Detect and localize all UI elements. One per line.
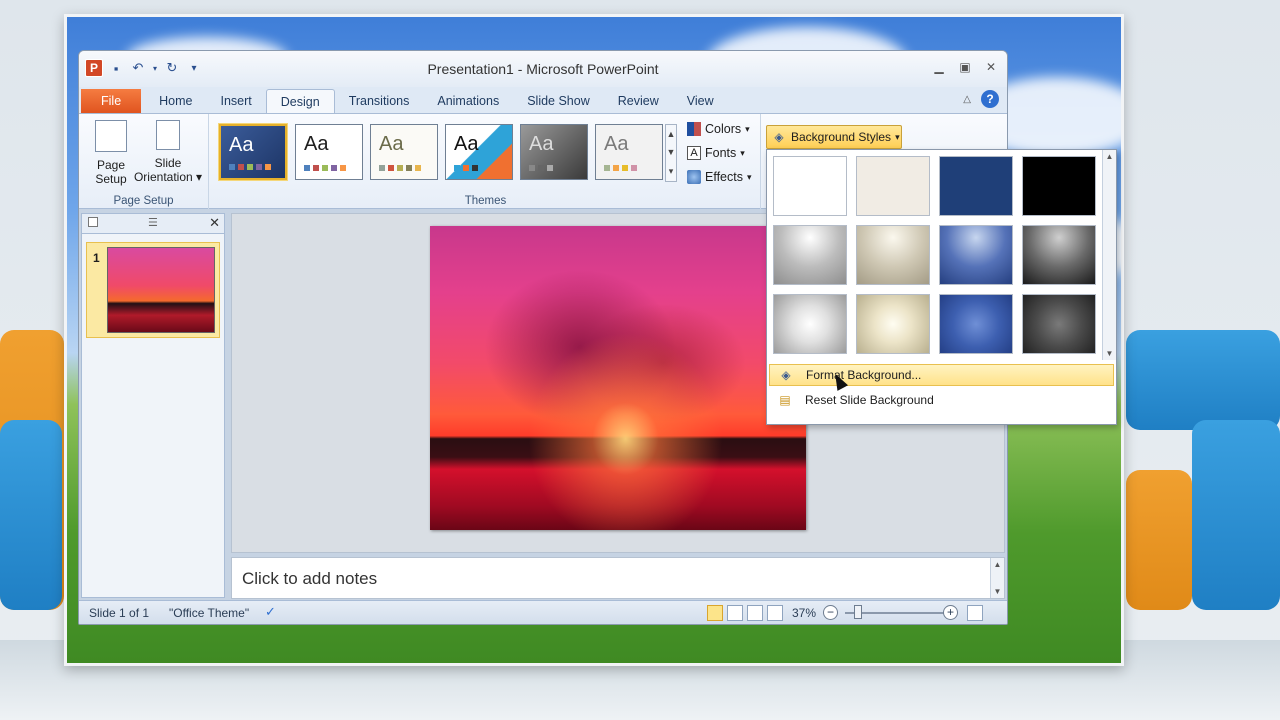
- close-panel-icon[interactable]: ✕: [209, 215, 220, 231]
- help-icon[interactable]: ?: [981, 90, 999, 108]
- status-bar: Slide 1 of 1 "Office Theme" ✓ 37% − +: [79, 600, 1007, 624]
- format-background-menu-item[interactable]: ◈ Format Background...: [769, 364, 1114, 386]
- themes-gallery-scroll[interactable]: ▲ ▼ ▾: [665, 124, 677, 182]
- help-area: △ ?: [963, 90, 999, 108]
- bg-style-3[interactable]: [939, 156, 1013, 216]
- gallery-up-icon[interactable]: ▲: [667, 129, 676, 139]
- theme-4[interactable]: Aa: [445, 124, 513, 180]
- bg-style-1[interactable]: [773, 156, 847, 216]
- colors-button[interactable]: Colors ▾: [687, 122, 750, 136]
- gallery-down-icon[interactable]: ▼: [667, 147, 676, 157]
- theme-2[interactable]: Aa: [295, 124, 363, 180]
- reset-background-menu-item[interactable]: ▤ Reset Slide Background: [769, 389, 1114, 411]
- fonts-button[interactable]: A Fonts ▾: [687, 146, 745, 160]
- format-background-icon: ◈: [781, 368, 791, 382]
- restore-icon[interactable]: ▣: [957, 59, 973, 75]
- desktop-chair-left-blue: [0, 420, 62, 610]
- notes-placeholder[interactable]: Click to add notes: [242, 569, 377, 589]
- slide-orientation-button[interactable]: Slide Orientation ▾: [131, 120, 205, 184]
- group-page-setup: Page Setup Slide Orientation ▾ Page Setu…: [79, 114, 209, 209]
- minimize-icon[interactable]: ▁: [931, 59, 947, 75]
- fonts-icon: A: [687, 146, 701, 160]
- bg-style-10[interactable]: [856, 294, 930, 354]
- theme-5[interactable]: Aa: [520, 124, 588, 180]
- slides-tab-icon[interactable]: [88, 217, 98, 227]
- slide-count: Slide 1 of 1: [89, 606, 150, 620]
- tab-insert[interactable]: Insert: [207, 89, 266, 113]
- desktop-chair-right: [1126, 330, 1280, 430]
- tab-home[interactable]: Home: [145, 89, 206, 113]
- bg-style-11[interactable]: [939, 294, 1013, 354]
- background-styles-icon: ◈: [774, 130, 784, 144]
- desktop-chair-right-blue: [1192, 420, 1280, 610]
- tab-review[interactable]: Review: [604, 89, 673, 113]
- tab-animations[interactable]: Animations: [423, 89, 513, 113]
- reading-view-icon[interactable]: [747, 605, 763, 621]
- page-setup-icon: [95, 120, 127, 152]
- theme-6[interactable]: Aa: [595, 124, 663, 180]
- window-controls: ▁ ▣ ✕: [931, 59, 999, 75]
- background-styles-button[interactable]: ◈ Background Styles ▾: [766, 125, 902, 149]
- bg-style-12[interactable]: [1022, 294, 1096, 354]
- theme-name[interactable]: "Office Theme": [169, 606, 249, 620]
- page-setup-group-label: Page Setup: [113, 195, 174, 207]
- fit-to-window-icon[interactable]: [967, 605, 983, 621]
- notes-scrollbar[interactable]: ▲ ▼: [990, 558, 1004, 598]
- background-styles-dropdown: ▲ ▼ ◈ Format Background... ▤ Reset Slide …: [766, 149, 1117, 425]
- bg-style-2[interactable]: [856, 156, 930, 216]
- effects-button[interactable]: Effects ▾: [687, 170, 752, 184]
- slide-sorter-icon[interactable]: [727, 605, 743, 621]
- tab-transitions[interactable]: Transitions: [335, 89, 424, 113]
- slide-number: 1: [93, 251, 100, 265]
- normal-view-icon[interactable]: [707, 605, 723, 621]
- reset-background-icon: ▤: [779, 393, 791, 407]
- slide-orientation-icon: [156, 120, 180, 150]
- effects-icon: [687, 170, 701, 184]
- bg-styles-scrollbar[interactable]: ▲ ▼: [1102, 150, 1116, 360]
- slide-thumbnail-image: [107, 247, 215, 333]
- title-bar: P ▪ ↶ ▾ ↻ ▾ Presentation1 - Microsoft Po…: [79, 51, 1007, 87]
- group-themes: Aa Aa Aa Aa Aa Aa ▲ ▼ ▾ Colors ▾ A Fonts…: [211, 114, 761, 209]
- bg-style-6[interactable]: [856, 225, 930, 285]
- slides-panel-tabs: ☰ ✕: [82, 214, 224, 234]
- slide-show-view-icon[interactable]: [767, 605, 783, 621]
- close-icon[interactable]: ✕: [983, 59, 999, 75]
- bg-style-8[interactable]: [1022, 225, 1096, 285]
- minimize-ribbon-icon[interactable]: △: [963, 94, 971, 105]
- tab-design[interactable]: Design: [265, 89, 335, 113]
- desktop-chair-right-orange: [1126, 470, 1192, 610]
- spellcheck-icon[interactable]: ✓: [265, 604, 276, 620]
- bg-style-4[interactable]: [1022, 156, 1096, 216]
- theme-office-selected[interactable]: Aa: [219, 124, 287, 180]
- zoom-out-icon[interactable]: −: [823, 605, 838, 620]
- zoom-level[interactable]: 37%: [792, 606, 816, 620]
- window-title: Presentation1 - Microsoft PowerPoint: [427, 61, 659, 77]
- bg-style-7[interactable]: [939, 225, 1013, 285]
- outline-tab-icon[interactable]: ☰: [148, 216, 158, 229]
- themes-group-label: Themes: [464, 195, 507, 207]
- zoom-slider-thumb[interactable]: [854, 605, 862, 619]
- tab-file[interactable]: File: [81, 89, 142, 113]
- slides-panel: ☰ ✕ 1: [81, 213, 225, 598]
- zoom-in-icon[interactable]: +: [943, 605, 958, 620]
- ribbon-tabs: File Home Insert Design Transitions Anim…: [79, 87, 1007, 113]
- slide-canvas[interactable]: [430, 226, 806, 530]
- bg-style-9[interactable]: [773, 294, 847, 354]
- slide-thumbnail-1[interactable]: 1: [86, 242, 220, 338]
- bg-style-5[interactable]: [773, 225, 847, 285]
- colors-icon: [687, 122, 701, 136]
- theme-3[interactable]: Aa: [370, 124, 438, 180]
- tab-slide-show[interactable]: Slide Show: [513, 89, 604, 113]
- gallery-more-icon[interactable]: ▾: [669, 166, 674, 177]
- notes-pane[interactable]: Click to add notes ▲ ▼: [231, 557, 1005, 599]
- tab-view[interactable]: View: [673, 89, 728, 113]
